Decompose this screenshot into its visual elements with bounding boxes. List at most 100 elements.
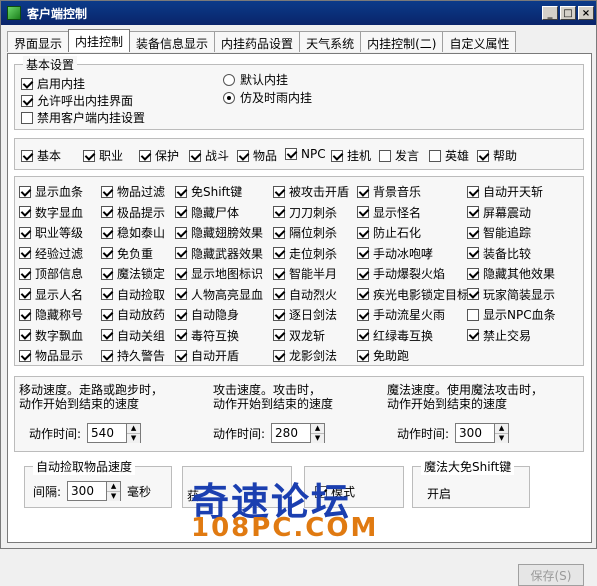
option-checkbox[interactable]: 逐日剑法 [273, 306, 337, 323]
option-checkbox[interactable]: 红绿毒互换 [357, 327, 433, 344]
option-checkbox[interactable]: 智能半月 [273, 265, 337, 282]
category-basic-checkbox[interactable]: 基本 [21, 147, 61, 164]
option-checkbox[interactable]: 免负重 [101, 245, 153, 262]
category-combat-checkbox[interactable]: 战斗 [189, 147, 229, 164]
spin-down-icon[interactable]: ▼ [495, 434, 509, 443]
option-checkbox[interactable]: 魔法锁定 [101, 265, 165, 282]
option-checkbox[interactable]: 数字飘血 [19, 327, 83, 344]
category-help-checkbox[interactable]: 帮助 [477, 147, 517, 164]
attack-speed-input[interactable]: 280 [271, 423, 312, 443]
category-job-checkbox[interactable]: 职业 [83, 147, 123, 164]
option-checkbox[interactable]: 隐藏武器效果 [175, 245, 263, 262]
option-checkbox[interactable]: 自动烈火 [273, 286, 337, 303]
option-checkbox[interactable]: 自动开天斩 [467, 183, 543, 200]
option-checkbox[interactable]: 手动流星火雨 [357, 306, 445, 323]
option-checkbox[interactable]: 经验过滤 [19, 245, 83, 262]
option-checkbox[interactable]: 免助跑 [357, 347, 409, 364]
option-checkbox[interactable]: 隐藏其他效果 [467, 265, 555, 282]
option-checkbox[interactable]: 龙影剑法 [273, 347, 337, 364]
spin-up-icon[interactable]: ▲ [107, 482, 121, 492]
option-checkbox[interactable]: 禁止交易 [467, 327, 531, 344]
tab-equipment-info[interactable]: 装备信息显示 [129, 31, 216, 52]
option-checkbox[interactable]: 智能追踪 [467, 224, 531, 241]
option-checkbox[interactable]: 手动爆裂火焰 [357, 265, 445, 282]
checkbox-box [101, 349, 113, 362]
spin-up-icon[interactable]: ▲ [127, 424, 141, 434]
option-checkbox[interactable]: 显示怪名 [357, 204, 421, 221]
option-checkbox[interactable]: 背景音乐 [357, 183, 421, 200]
move-speed-spinner[interactable]: ▲ ▼ [127, 423, 142, 443]
option-checkbox[interactable]: 双龙斩 [273, 327, 325, 344]
option-checkbox[interactable]: 物品过滤 [101, 183, 165, 200]
option-checkbox[interactable]: 隐藏尸体 [175, 204, 239, 221]
checkbox-box [237, 149, 249, 162]
spin-down-icon[interactable]: ▼ [127, 434, 141, 443]
option-checkbox[interactable]: 显示地图标识 [175, 265, 263, 282]
option-checkbox[interactable]: 自动隐身 [175, 306, 239, 323]
allow-plugin-ui-checkbox[interactable]: 允许呼出内挂界面 [21, 92, 133, 109]
pickup-interval-spinner[interactable]: ▲ ▼ [107, 481, 122, 501]
rain-plugin-radio[interactable]: 仿及时雨内挂 [223, 89, 312, 106]
spin-up-icon[interactable]: ▲ [311, 424, 325, 434]
option-checkbox[interactable]: 显示NPC血条 [467, 306, 556, 323]
option-checkbox[interactable]: 显示血条 [19, 183, 83, 200]
tab-plugin-control-2[interactable]: 内挂控制(二) [360, 31, 444, 52]
option-checkbox[interactable]: 刀刀刺杀 [273, 204, 337, 221]
option-checkbox[interactable]: 隔位刺杀 [273, 224, 337, 241]
option-checkbox[interactable]: 防止石化 [357, 224, 421, 241]
shift-free-title: 魔法大免Shift键 [421, 458, 515, 475]
minimize-button[interactable]: _ [542, 6, 558, 20]
option-checkbox[interactable]: 数字显血 [19, 204, 83, 221]
default-plugin-radio[interactable]: 默认内挂 [223, 71, 288, 88]
option-checkbox[interactable]: 屏幕震动 [467, 204, 531, 221]
option-checkbox[interactable]: 显示人名 [19, 286, 83, 303]
spin-down-icon[interactable]: ▼ [311, 434, 325, 443]
maximize-button[interactable]: □ [560, 6, 576, 20]
tab-weather[interactable]: 天气系统 [299, 31, 362, 52]
option-checkbox[interactable]: 自动放药 [101, 306, 165, 323]
pickup-interval-input[interactable]: 300 [67, 481, 108, 501]
option-checkbox[interactable]: 玩家简装显示 [467, 286, 555, 303]
option-checkbox[interactable]: 自动开盾 [175, 347, 239, 364]
option-checkbox[interactable]: 人物高亮显血 [175, 286, 263, 303]
option-checkbox[interactable]: 稳如泰山 [101, 224, 165, 241]
checkbox-box [21, 77, 33, 90]
option-checkbox[interactable]: 被攻击开盾 [273, 183, 349, 200]
close-button[interactable]: × [578, 6, 594, 20]
spin-down-icon[interactable]: ▼ [107, 492, 121, 501]
option-checkbox[interactable]: 极品提示 [101, 204, 165, 221]
category-npc-checkbox[interactable]: NPC [285, 147, 326, 161]
option-checkbox[interactable]: 免Shift键 [175, 183, 242, 200]
category-hero-checkbox[interactable]: 英雄 [429, 147, 469, 164]
save-button[interactable]: 保存(S) [518, 564, 584, 586]
option-checkbox[interactable]: 自动捡取 [101, 286, 165, 303]
magic-speed-input[interactable]: 300 [455, 423, 496, 443]
move-speed-input[interactable]: 540 [87, 423, 128, 443]
option-checkbox[interactable]: 自动关组 [101, 327, 165, 344]
tab-plugin-potions[interactable]: 内挂药品设置 [214, 31, 301, 52]
option-checkbox[interactable]: 职业等级 [19, 224, 83, 241]
option-checkbox[interactable]: 隐藏称号 [19, 306, 83, 323]
attack-speed-spinner[interactable]: ▲ ▼ [311, 423, 326, 443]
tab-custom-attributes[interactable]: 自定义属性 [442, 31, 517, 52]
option-checkbox[interactable]: 顶部信息 [19, 265, 83, 282]
tab-plugin-control[interactable]: 内挂控制 [68, 29, 131, 52]
category-afk-checkbox[interactable]: 挂机 [331, 147, 371, 164]
spin-up-icon[interactable]: ▲ [495, 424, 509, 434]
category-speech-checkbox[interactable]: 发言 [379, 147, 419, 164]
tab-interface-display[interactable]: 界面显示 [7, 31, 70, 52]
magic-speed-spinner[interactable]: ▲ ▼ [495, 423, 510, 443]
category-protect-checkbox[interactable]: 保护 [139, 147, 179, 164]
option-checkbox[interactable]: 手动冰咆哮 [357, 245, 433, 262]
option-checkbox[interactable]: 疾光电影锁定目标 [357, 286, 469, 303]
option-checkbox[interactable]: 隐藏翅膀效果 [175, 224, 263, 241]
option-checkbox[interactable]: 毒符互换 [175, 327, 239, 344]
disable-client-plugin-checkbox[interactable]: 禁用客户端内挂设置 [21, 109, 145, 126]
checkbox-box [273, 267, 285, 280]
option-checkbox[interactable]: 持久警告 [101, 347, 165, 364]
category-item-checkbox[interactable]: 物品 [237, 147, 277, 164]
option-checkbox[interactable]: 装备比较 [467, 245, 531, 262]
option-checkbox[interactable]: 走位刺杀 [273, 245, 337, 262]
enable-plugin-checkbox[interactable]: 启用内挂 [21, 75, 85, 92]
option-checkbox[interactable]: 物品显示 [19, 347, 83, 364]
